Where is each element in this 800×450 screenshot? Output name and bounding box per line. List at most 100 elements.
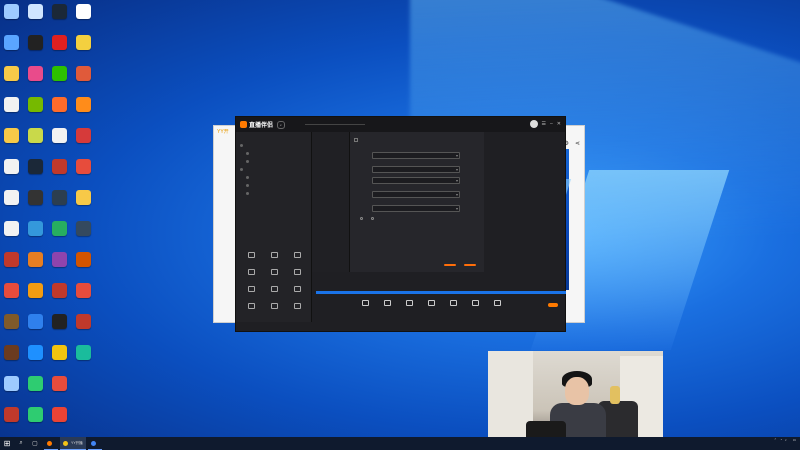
search-icon[interactable]: ⌕ <box>14 440 28 447</box>
settings-nav-item[interactable] <box>312 142 349 150</box>
desktop-icon[interactable] <box>24 219 47 250</box>
toolbar-item[interactable] <box>466 300 484 308</box>
toolbar-item[interactable] <box>422 300 440 308</box>
desktop-icon[interactable] <box>72 219 95 250</box>
toolbox-item[interactable] <box>240 284 263 301</box>
setting-dropdown[interactable] <box>372 165 460 173</box>
toolbar-item[interactable] <box>378 300 396 308</box>
desktop-icon[interactable] <box>24 343 47 374</box>
scene-item[interactable] <box>236 181 311 189</box>
scene-item[interactable] <box>236 189 311 197</box>
desktop-icon[interactable] <box>0 64 23 95</box>
desktop-icon[interactable] <box>0 33 23 64</box>
cancel-button[interactable] <box>464 264 476 266</box>
desktop-icon[interactable] <box>48 343 71 374</box>
scene-item[interactable] <box>236 149 311 157</box>
scene-item[interactable] <box>236 157 311 165</box>
desktop-icon[interactable] <box>0 95 23 126</box>
desktop-icon[interactable] <box>48 2 71 33</box>
desktop-icon[interactable] <box>72 281 95 312</box>
taskbar-app[interactable] <box>44 437 58 450</box>
desktop-icon[interactable] <box>72 95 95 126</box>
settings-nav-item[interactable] <box>312 158 349 166</box>
desktop-icon[interactable] <box>72 312 95 343</box>
toolbox-item[interactable] <box>286 267 309 284</box>
toolbox-item[interactable] <box>240 267 263 284</box>
desktop-icon[interactable] <box>72 343 95 374</box>
desktop-icon[interactable] <box>72 64 95 95</box>
desktop-icon[interactable] <box>0 405 23 436</box>
desktop-icon[interactable] <box>48 250 71 281</box>
toolbox-item[interactable] <box>286 284 309 301</box>
minimize-icon[interactable]: – <box>550 121 553 127</box>
desktop-icon[interactable] <box>72 157 95 188</box>
scene-item[interactable] <box>236 173 311 181</box>
settings-nav-item[interactable] <box>312 182 349 190</box>
toolbox-item[interactable] <box>263 250 286 267</box>
desktop-icon[interactable] <box>72 250 95 281</box>
radio-option[interactable] <box>360 217 365 221</box>
share-icon[interactable]: ⋖ <box>575 140 580 147</box>
desktop-icon[interactable] <box>24 126 47 157</box>
desktop-icon[interactable] <box>72 188 95 219</box>
settings-nav-item[interactable] <box>312 150 349 158</box>
desktop-icon[interactable] <box>24 2 47 33</box>
notice-bar[interactable] <box>304 124 365 125</box>
desktop-icon[interactable] <box>48 281 71 312</box>
toolbar-item[interactable] <box>444 300 462 308</box>
desktop-icon[interactable] <box>24 33 47 64</box>
desktop-icon[interactable] <box>24 250 47 281</box>
setting-dropdown[interactable] <box>372 190 460 198</box>
setting-dropdown[interactable] <box>372 204 460 212</box>
tray-chevron-icon[interactable]: ⌃ <box>774 438 777 442</box>
desktop-icon[interactable] <box>48 405 71 436</box>
desktop-icon[interactable] <box>0 312 23 343</box>
checkbox-row[interactable] <box>354 138 482 142</box>
volume-icon[interactable]: ♪ <box>785 438 787 442</box>
desktop-icon[interactable] <box>72 2 95 33</box>
notification-icon[interactable]: ▭ <box>793 438 796 442</box>
desktop-icon[interactable] <box>48 157 71 188</box>
go-live-button[interactable] <box>548 303 558 307</box>
toolbox-item[interactable] <box>240 250 263 267</box>
toolbar-item[interactable] <box>400 300 418 308</box>
toolbar-item[interactable] <box>488 300 506 308</box>
desktop-icon[interactable] <box>0 250 23 281</box>
visibility-icon[interactable] <box>240 167 243 171</box>
desktop-icon[interactable] <box>0 188 23 219</box>
toolbar-item[interactable] <box>356 300 374 308</box>
desktop-icon[interactable] <box>24 95 47 126</box>
desktop-icon[interactable] <box>0 343 23 374</box>
desktop-icon[interactable] <box>48 188 71 219</box>
desktop-icon[interactable] <box>48 219 71 250</box>
desktop-icon[interactable] <box>48 126 71 157</box>
desktop-icon[interactable] <box>48 95 71 126</box>
version-badge[interactable]: v <box>277 120 285 129</box>
desktop-icon[interactable] <box>24 157 47 188</box>
radio-dot[interactable] <box>360 217 363 220</box>
desktop-icon[interactable] <box>48 374 71 405</box>
visibility-icon[interactable] <box>246 183 249 187</box>
visibility-icon[interactable] <box>246 159 249 163</box>
desktop-icon[interactable] <box>72 374 95 405</box>
desktop-icon[interactable] <box>48 312 71 343</box>
desktop-icon[interactable] <box>48 64 71 95</box>
network-icon[interactable]: ◔ <box>780 438 782 442</box>
menu-icon[interactable]: ☰ <box>542 121 546 127</box>
desktop-icon[interactable] <box>24 64 47 95</box>
settings-nav-item[interactable] <box>312 174 349 182</box>
desktop-icon[interactable] <box>24 405 47 436</box>
setting-dropdown[interactable] <box>372 151 460 159</box>
radio-dot[interactable] <box>371 217 374 220</box>
toolbox-item[interactable] <box>263 267 286 284</box>
toolbox-item[interactable] <box>286 301 309 318</box>
visibility-icon[interactable] <box>246 151 249 155</box>
scene-item[interactable] <box>236 141 311 149</box>
desktop-icon[interactable] <box>24 188 47 219</box>
desktop-icon[interactable] <box>72 405 95 436</box>
desktop-icon[interactable] <box>72 33 95 64</box>
desktop-icon[interactable] <box>24 374 47 405</box>
desktop-icon[interactable] <box>0 281 23 312</box>
taskbar-app[interactable]: YY开播 <box>60 437 86 450</box>
toolbox-item[interactable] <box>286 250 309 267</box>
